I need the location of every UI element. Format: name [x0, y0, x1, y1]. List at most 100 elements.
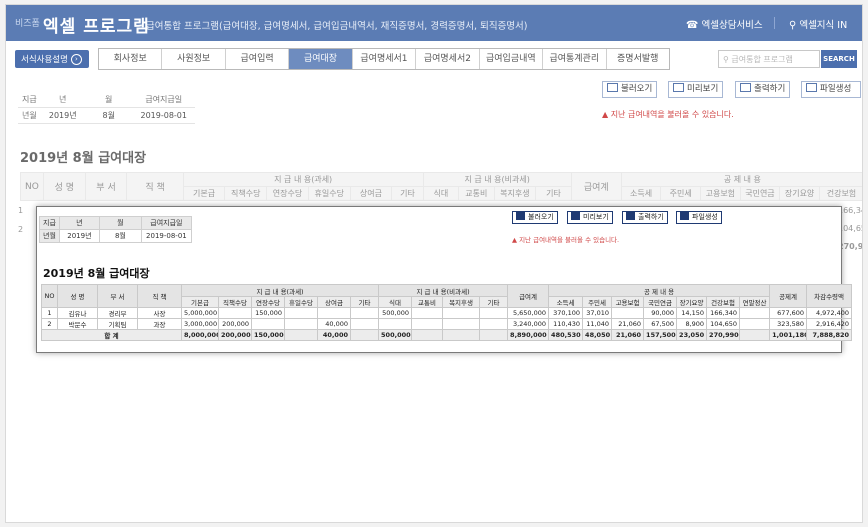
overlay-period-label-1: 지급: [39, 216, 60, 230]
cell-deduction[interactable]: 370,100: [548, 307, 584, 319]
cell-deduction[interactable]: 90,000: [643, 307, 678, 319]
cell-deduction[interactable]: 166,340: [706, 307, 741, 319]
tab-payroll-stats[interactable]: 급여통계관리: [543, 49, 607, 69]
bg-col-deduction: 국민연금: [739, 186, 781, 201]
period-label-1: 지급: [18, 92, 41, 108]
overlay-load-button[interactable]: 불러오기: [512, 211, 558, 224]
cell-dept[interactable]: 기획팀: [97, 318, 138, 330]
cell-deduction[interactable]: 8,900: [676, 318, 708, 330]
year-value[interactable]: 2019년: [40, 107, 85, 124]
tab-certificate-issue[interactable]: 증명서발행: [606, 49, 669, 69]
bg-group-deduction: 공 제 내 용: [620, 172, 862, 187]
total-pay: 8,890,000: [507, 329, 550, 341]
tab-payslip-2[interactable]: 급여명세서2: [416, 49, 480, 69]
cell-position[interactable]: 과장: [137, 318, 182, 330]
usage-guide-button[interactable]: 서식사용설명 ›: [15, 50, 89, 68]
cell-taxable[interactable]: 40,000: [317, 318, 351, 330]
overlay-print-button[interactable]: 출력하기: [622, 211, 668, 224]
bg-col-deduction: 주민세: [660, 186, 702, 201]
header-divider: [774, 17, 775, 29]
cell-taxable[interactable]: [218, 307, 252, 319]
cell-deduction[interactable]: [739, 307, 771, 319]
cell-taxable[interactable]: [349, 307, 380, 319]
cell-deduction[interactable]: 104,650: [706, 318, 741, 330]
cell-nontaxable[interactable]: 500,000: [378, 307, 413, 319]
cell-nontaxable[interactable]: [378, 318, 413, 330]
tab-payslip-1[interactable]: 급여명세서1: [352, 49, 417, 69]
cell-net-pay: 4,972,400: [806, 307, 853, 319]
tab-payroll-input[interactable]: 급여입력: [225, 49, 290, 69]
tab-employee-info[interactable]: 사원정보: [162, 49, 226, 69]
cell-nontaxable[interactable]: [411, 307, 444, 319]
app-window: 비즈폼 엑셀 프로그램 급여통합 프로그램(급여대장, 급여명세서, 급여입금내…: [5, 4, 863, 523]
period-label-2: 년월: [18, 107, 41, 124]
overlay-pay-date-value[interactable]: 2019-08-01: [140, 229, 192, 243]
cell-taxable[interactable]: 200,000: [218, 318, 252, 330]
knowledge-link[interactable]: ⚲ 엑셀지식 IN: [789, 17, 847, 31]
cell-deduct-total: 677,600: [769, 307, 808, 319]
total-label: 합 계: [41, 329, 182, 341]
bg-col-taxable: 상여금: [349, 186, 393, 201]
cell-dept[interactable]: 경리부: [97, 307, 138, 319]
brand-logo-text[interactable]: 엑셀 프로그램: [43, 12, 150, 37]
cell-nontaxable[interactable]: [479, 318, 509, 330]
cell-deduction[interactable]: [739, 318, 771, 330]
overlay-month-value[interactable]: 8월: [98, 229, 142, 243]
file-create-button[interactable]: 파일생성: [801, 81, 861, 98]
year-header: 년: [40, 92, 85, 108]
tab-payroll-ledger[interactable]: 급여대장: [289, 49, 353, 69]
cell-taxable[interactable]: [284, 307, 318, 319]
search-input[interactable]: ⚲ 급여통합 프로그램: [718, 50, 820, 68]
col-deduction: 장기요양: [676, 296, 708, 308]
printer-icon: [626, 212, 635, 220]
bg-col-nontaxable: 교통비: [458, 186, 495, 201]
cell-name[interactable]: 박문수: [57, 318, 98, 330]
cell-nontaxable[interactable]: [479, 307, 509, 319]
cell-position[interactable]: 사장: [137, 307, 182, 319]
cell-deduction[interactable]: 14,150: [676, 307, 708, 319]
cell-taxable[interactable]: 5,000,000: [181, 307, 219, 319]
load-button[interactable]: 불러오기: [602, 81, 658, 98]
preview-button[interactable]: 미리보기: [668, 81, 724, 98]
cell-nontaxable[interactable]: [442, 307, 481, 319]
monitor-icon: [673, 83, 684, 92]
print-button[interactable]: 출력하기: [735, 81, 791, 98]
cell-name[interactable]: 김유나: [57, 307, 98, 319]
col-taxable: 기타: [349, 296, 380, 308]
overlay-preview-button[interactable]: 미리보기: [567, 211, 613, 224]
tab-deposit-history[interactable]: 급여입금내역: [479, 49, 544, 69]
monitor-icon: [516, 212, 525, 220]
cell-taxable[interactable]: [349, 318, 380, 330]
cell-deduction[interactable]: 21,060: [611, 318, 645, 330]
bg-row-no: 2: [18, 225, 24, 234]
file-icon: [680, 212, 689, 220]
overlay-load-label: 불러오기: [528, 213, 554, 221]
bg-col-nontaxable: 기타: [535, 186, 572, 201]
overlay-file-create-button[interactable]: 파일생성: [676, 211, 722, 224]
usage-guide-label: 서식사용설명: [21, 55, 68, 65]
cell-deduction[interactable]: 110,430: [548, 318, 584, 330]
col-taxable: 상여금: [317, 296, 351, 308]
cell-deduction[interactable]: 37,010: [582, 307, 613, 319]
cell-deduction[interactable]: 11,040: [582, 318, 613, 330]
tab-company-info[interactable]: 회사정보: [99, 49, 163, 69]
cell-deduction[interactable]: 67,500: [643, 318, 678, 330]
month-value[interactable]: 8월: [84, 107, 133, 124]
cell-nontaxable[interactable]: [442, 318, 481, 330]
cell-taxable[interactable]: [317, 307, 351, 319]
cell-taxable[interactable]: 3,000,000: [181, 318, 219, 330]
cell-taxable[interactable]: [251, 318, 285, 330]
overlay-year-value[interactable]: 2019년: [58, 229, 100, 243]
search-button[interactable]: SEARCH: [821, 50, 857, 68]
background-ledger-table: NO 성 명 부 서 직 책 지 급 내 용(과세) 지 급 내 용(비과세) …: [20, 172, 862, 201]
bg-col-position: 직 책: [126, 172, 184, 201]
cell-nontaxable[interactable]: [411, 318, 444, 330]
col-nontaxable: 교통비: [411, 296, 444, 308]
cell-taxable[interactable]: 150,000: [251, 307, 285, 319]
bg-col-taxable: 직책수당: [224, 186, 268, 201]
service-link[interactable]: ☎ 엑셀상담서비스: [686, 17, 763, 31]
cell-deduction[interactable]: [611, 307, 645, 319]
pay-date-value[interactable]: 2019-08-01: [132, 107, 195, 124]
total-deduction: 480,530: [548, 329, 584, 341]
cell-taxable[interactable]: [284, 318, 318, 330]
